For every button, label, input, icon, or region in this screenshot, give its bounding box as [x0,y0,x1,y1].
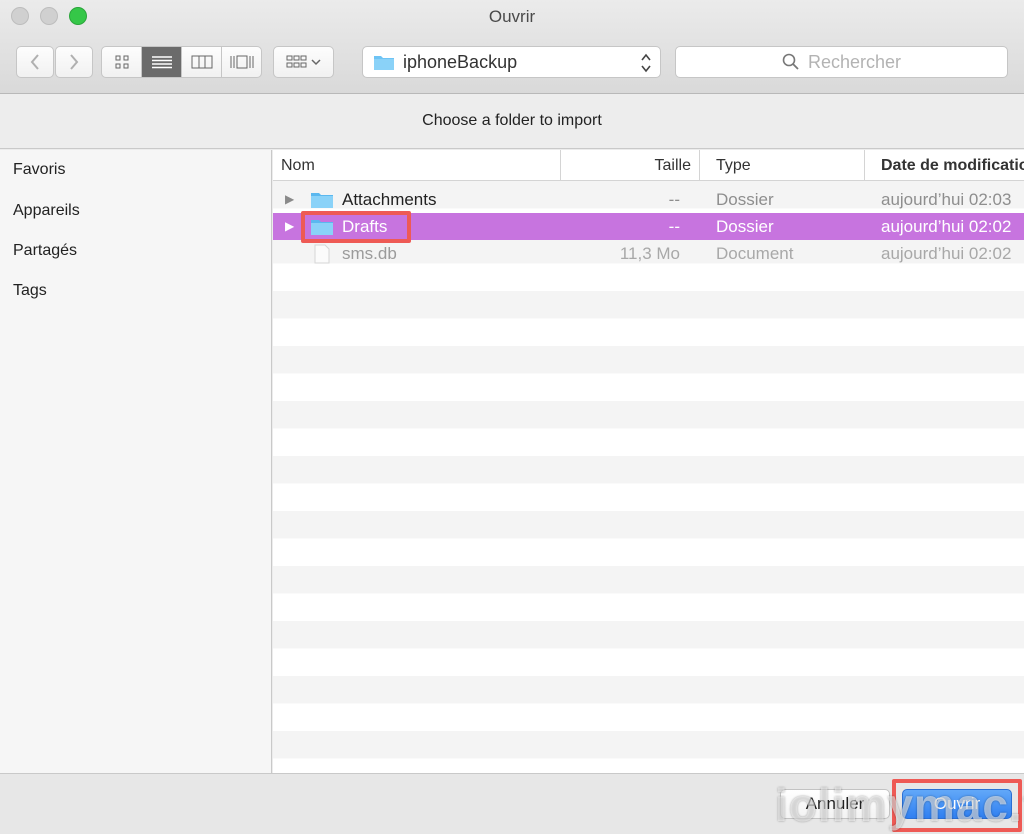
window-title: Ouvrir [488,7,536,26]
chevron-right-icon [70,54,79,70]
dialog-message-text: Choose a folder to import [422,112,602,129]
icon-view-button[interactable] [102,47,142,77]
search-field[interactable]: Rechercher [675,46,1008,78]
dialog-message: Choose a folder to import [0,94,1024,149]
file-list: Nom Taille Type Date de modificatio ▶ At… [273,150,1024,773]
coverflow-icon [230,55,253,69]
sidebar-item-tags[interactable]: Tags [13,282,47,300]
columns-icon [191,55,212,69]
file-size: -- [668,190,680,209]
coverflow-view-button[interactable] [222,47,261,77]
folder-icon [311,193,333,208]
file-name: Attachments [342,190,437,209]
view-mode-selector [101,46,262,78]
file-name: sms.db [342,244,397,263]
file-size: 11,3 Mo [619,244,680,263]
file-date: aujourd’hui 02:02 [881,217,1012,236]
file-type: Dossier [716,190,774,209]
updown-arrows-icon [641,53,651,73]
location-label: iphoneBackup [403,51,518,72]
sidebar-item-favoris[interactable]: Favoris [13,161,65,179]
location-popup[interactable]: iphoneBackup [362,46,661,78]
chevron-down-icon [310,59,321,66]
arrange-grid-icon [286,55,306,68]
column-header-type[interactable]: Type [700,150,865,181]
open-highlight-box [892,779,1022,832]
search-icon [782,53,799,70]
sidebar-item-partages[interactable]: Partagés [13,242,77,260]
list-background [273,181,1024,773]
file-type: Dossier [716,217,774,236]
file-row[interactable]: sms.db 11,3 Mo Document aujourd’hui 02:0… [273,240,1024,267]
document-icon [314,244,330,264]
file-date: aujourd’hui 02:03 [881,190,1012,209]
chevron-left-icon [30,54,39,70]
list-icon [151,56,172,69]
search-placeholder: Rechercher [807,51,902,72]
disclosure-triangle-icon[interactable]: ▶ [285,186,294,213]
back-button[interactable] [16,46,54,78]
cancel-button[interactable]: Annuler [780,789,890,819]
column-header-date[interactable]: Date de modificatio [865,150,1024,181]
list-header: Nom Taille Type Date de modificatio [273,150,1024,181]
grid-icon [115,55,128,69]
column-view-button[interactable] [182,47,222,77]
file-date: aujourd’hui 02:02 [881,244,1012,263]
column-header-name[interactable]: Nom [273,150,561,181]
list-view-button[interactable] [142,47,182,77]
file-row[interactable]: ▶ Attachments -- Dossier aujourd’hui 02:… [273,186,1024,213]
file-size: -- [668,217,680,236]
arrange-button[interactable] [273,46,334,78]
sidebar: Favoris Appareils Partagés Tags [0,150,272,773]
file-type: Document [716,244,794,263]
folder-icon [374,56,394,70]
window-toolbar: Ouvrir iphoneBackup Rechercher [0,0,1024,94]
sidebar-item-appareils[interactable]: Appareils [13,202,80,220]
disclosure-triangle-icon[interactable]: ▶ [285,213,294,240]
drafts-highlight-box [301,211,411,243]
column-header-size[interactable]: Taille [561,150,700,181]
forward-button[interactable] [55,46,93,78]
